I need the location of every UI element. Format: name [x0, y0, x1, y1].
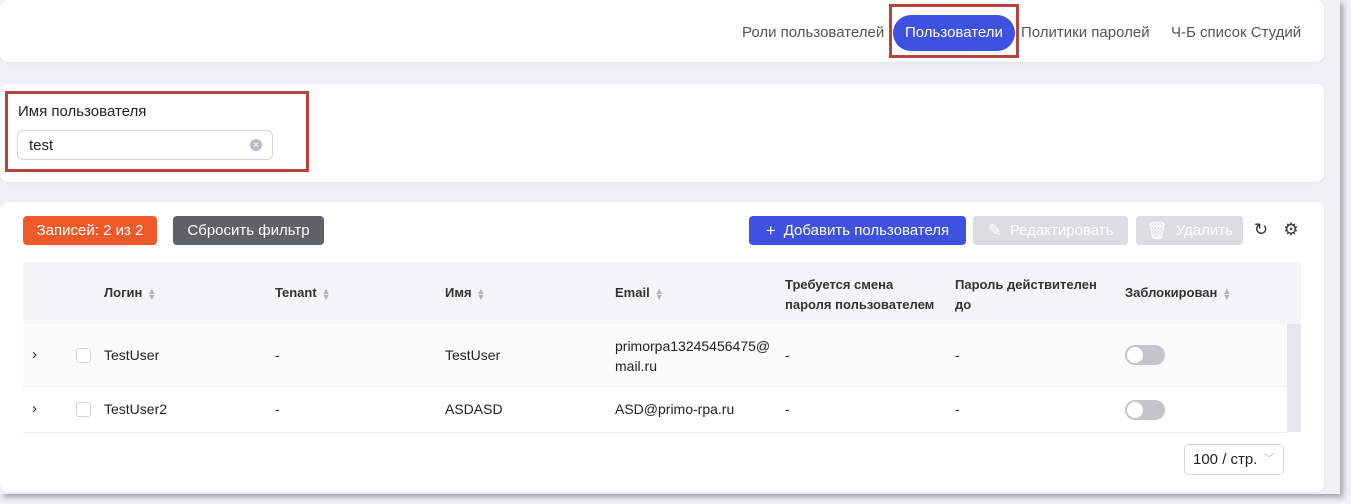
table-scrollbar[interactable] [1287, 324, 1301, 432]
sort-icon[interactable]: ▲ ▼ [322, 286, 331, 301]
column-header-name[interactable]: Имя ▲ ▼ [445, 285, 486, 301]
table-row[interactable]: › TestUser2 - ASDASD ASD@primo-rpa.ru - … [23, 387, 1287, 433]
sort-icon[interactable]: ▲ ▼ [655, 286, 664, 301]
edit-label: Редактировать [1009, 222, 1114, 239]
row-checkbox[interactable] [76, 402, 91, 417]
delete-label: Удалить [1175, 222, 1233, 239]
column-header-password-change: Требуется смена пароля пользователем [785, 277, 935, 312]
sort-icon[interactable]: ▲ ▼ [147, 286, 156, 301]
column-header-password-valid: Пароль действителен до [955, 277, 1097, 312]
expand-row-icon[interactable]: › [32, 400, 37, 417]
cell-tenant: - [275, 347, 280, 363]
cell-tenant: - [275, 401, 280, 417]
cell-password-valid: - [955, 347, 960, 363]
expand-row-icon[interactable]: › [32, 346, 37, 363]
highlight-box [889, 4, 1019, 58]
add-user-button[interactable]: + Добавить пользователя [749, 216, 966, 245]
cell-email: ASD@primo-rpa.ru [615, 401, 735, 417]
row-checkbox[interactable] [76, 348, 91, 363]
edit-button[interactable]: ✎ Редактировать [973, 216, 1128, 245]
pencil-icon: ✎ [987, 221, 1002, 240]
column-header-email[interactable]: Email ▲ ▼ [615, 285, 664, 301]
delete-button[interactable]: 🗑 Удалить [1136, 216, 1243, 245]
tab-password-policies[interactable]: Политики паролей [1021, 14, 1150, 52]
table-row[interactable]: › TestUser - TestUser primorpa1324545647… [23, 324, 1287, 387]
records-count-badge: Записей: 2 из 2 [23, 216, 157, 245]
cell-email: primorpa13245456475@ mail.ru [615, 338, 771, 374]
sort-icon[interactable]: ▲ ▼ [1222, 286, 1231, 301]
highlight-box [5, 91, 309, 172]
cell-password-change: - [785, 347, 790, 363]
blocked-toggle[interactable] [1125, 345, 1165, 365]
tab-user-roles[interactable]: Роли пользователей [742, 14, 884, 52]
chevron-down-icon: ﹀ [1264, 454, 1274, 465]
table-header: Логин ▲ ▼ Tenant ▲ ▼ Имя ▲ ▼ Email ▲ ▼ Требуется… [23, 262, 1301, 324]
cell-login: TestUser [104, 347, 160, 363]
app-frame: Роли пользователей Пользователи Политики… [0, 0, 1340, 494]
cell-name: ASDASD [445, 401, 503, 417]
cell-login: TestUser2 [104, 401, 168, 417]
refresh-icon[interactable]: ↻ [1251, 220, 1271, 240]
column-header-tenant[interactable]: Tenant ▲ ▼ [275, 285, 331, 301]
trash-icon: 🗑 [1146, 221, 1168, 240]
reset-filter-button[interactable]: Сбросить фильтр [173, 216, 324, 245]
cell-password-valid: - [955, 401, 960, 417]
gear-icon[interactable]: ⚙ [1281, 220, 1301, 240]
column-header-blocked[interactable]: Заблокирован ▲ ▼ [1125, 285, 1231, 301]
sort-icon[interactable]: ▲ ▼ [477, 286, 486, 301]
column-header-login[interactable]: Логин ▲ ▼ [104, 285, 156, 301]
tab-studio-list[interactable]: Ч-Б список Студий [1171, 14, 1301, 52]
cell-name: TestUser [445, 347, 501, 363]
plus-icon: + [765, 221, 776, 240]
blocked-toggle[interactable] [1125, 400, 1165, 420]
add-user-label: Добавить пользователя [783, 222, 950, 239]
page-size-value: 100 / стр. [1193, 451, 1258, 468]
page-size-select[interactable]: 100 / стр. ﹀ [1184, 444, 1284, 475]
cell-password-change: - [785, 401, 790, 417]
